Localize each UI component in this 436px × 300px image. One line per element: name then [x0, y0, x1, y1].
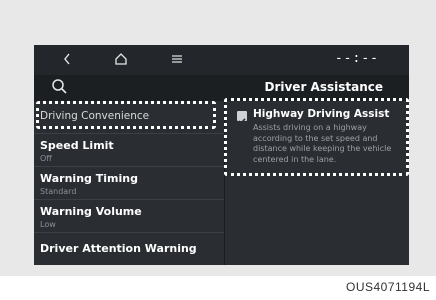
menu-item-label: Speed Limit [40, 139, 114, 152]
highlight-box-option [224, 98, 409, 176]
menu-item-value: Standard [40, 187, 77, 196]
menu-item-label: Warning Volume [40, 205, 142, 218]
menu-item-driver-attention-warning[interactable]: Driver Attention Warning [34, 233, 224, 265]
menu-item-warning-timing[interactable]: Warning Timing Standard [34, 167, 224, 200]
menu-item-speed-limit[interactable]: Speed Limit Off [34, 134, 224, 167]
home-icon[interactable] [114, 51, 128, 72]
menu-item-warning-volume[interactable]: Warning Volume Low [34, 200, 224, 233]
search-icon[interactable] [50, 77, 70, 97]
menu-icon[interactable] [171, 51, 183, 72]
menu-item-label: Driver Attention Warning [40, 242, 197, 255]
figure-code: OUS4071194L [345, 280, 430, 294]
chevron-left-icon[interactable] [62, 51, 72, 72]
menu-item-label: Warning Timing [40, 172, 138, 185]
page-title: Driver Assistance [264, 80, 383, 94]
highlight-box-menu [36, 101, 216, 129]
top-bar: --:-- [34, 45, 409, 75]
menu-item-value: Low [40, 220, 56, 229]
menu-item-value: Off [40, 154, 52, 163]
clock: --:-- [334, 51, 379, 66]
